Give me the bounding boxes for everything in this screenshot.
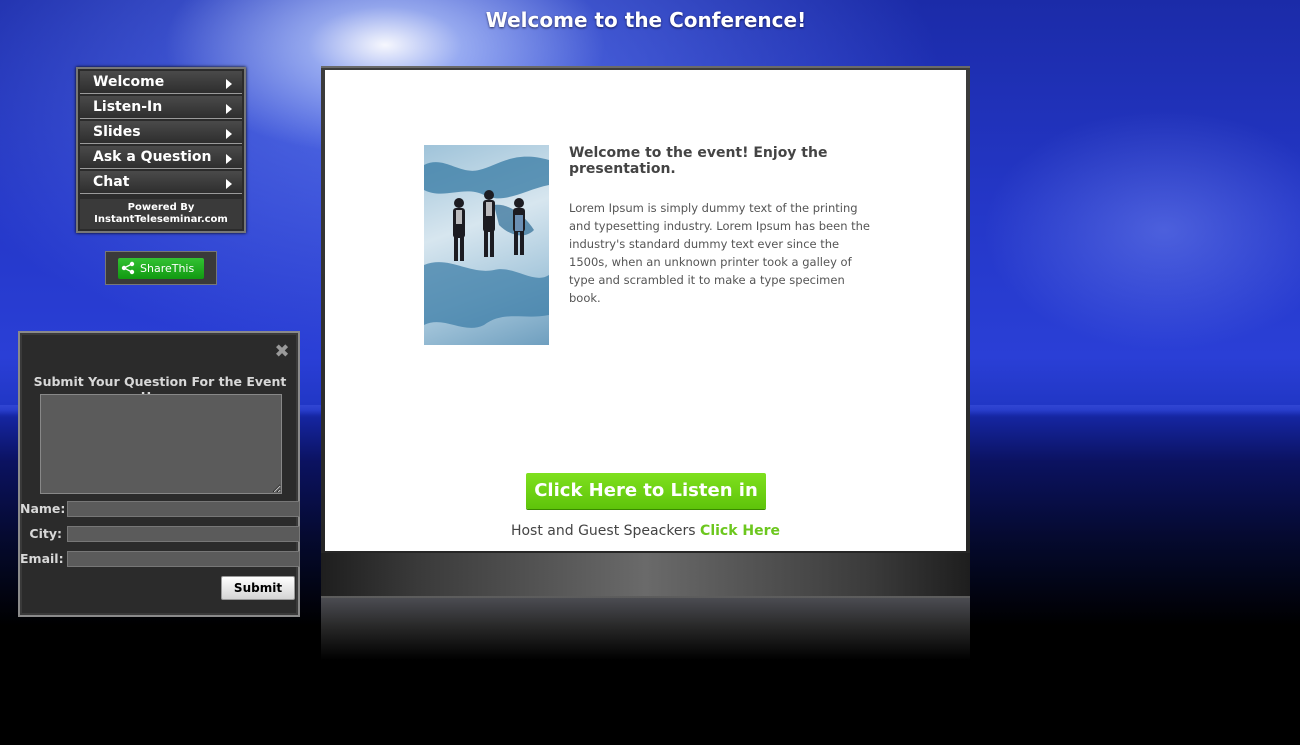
powered-by-link[interactable]: Powered By InstantTeleseminar.com — [80, 199, 242, 229]
welcome-heading: Welcome to the event! Enjoy the presenta… — [569, 145, 828, 177]
chevron-right-icon — [226, 79, 232, 89]
sharethis-label: ShareThis — [140, 262, 195, 275]
content-frame-base — [321, 553, 970, 596]
question-textarea[interactable] — [40, 394, 282, 494]
nav-item-label: Listen-In — [93, 99, 163, 115]
chevron-right-icon — [226, 129, 232, 139]
city-label: City: — [29, 526, 62, 541]
nav-item-label: Chat — [93, 174, 130, 190]
host-speakers-text: Host and Guest Speackers — [510, 523, 696, 539]
chevron-right-icon — [226, 179, 232, 189]
navigation-menu: Welcome Listen-In Slides Ask a Question … — [76, 67, 246, 233]
listen-in-button[interactable]: Click Here to Listen in — [526, 473, 766, 509]
share-container: ShareThis — [105, 251, 217, 285]
chevron-right-icon — [226, 104, 232, 114]
nav-item-slides[interactable]: Slides — [80, 121, 242, 144]
email-field[interactable] — [67, 551, 300, 567]
business-people-photo — [424, 145, 549, 345]
nav-item-label: Slides — [93, 124, 141, 140]
nav-item-label: Ask a Question — [93, 149, 212, 165]
nav-item-listen-in[interactable]: Listen-In — [80, 96, 242, 119]
host-speakers-link[interactable]: Click Here — [700, 523, 780, 539]
close-icon[interactable]: ✖ — [273, 343, 291, 361]
content-panel: Welcome to the event! Enjoy the presenta… — [325, 70, 966, 551]
sharethis-button[interactable]: ShareThis — [118, 258, 204, 279]
name-field[interactable] — [67, 501, 300, 517]
name-label: Name: — [20, 501, 66, 516]
host-speakers-line: Host and Guest Speackers Click Here — [325, 523, 966, 539]
chevron-right-icon — [226, 154, 232, 164]
share-icon — [121, 261, 135, 282]
city-field[interactable] — [67, 526, 300, 542]
background-swirl — [960, 60, 1300, 400]
welcome-body-text: Lorem Ipsum is simply dummy text of the … — [569, 201, 871, 305]
nav-item-chat[interactable]: Chat — [80, 171, 242, 194]
content-frame-reflection — [321, 596, 970, 660]
powered-by-line1: Powered By — [127, 202, 195, 213]
page-title: Welcome to the Conference! — [485, 8, 807, 32]
nav-item-ask-a-question[interactable]: Ask a Question — [80, 146, 242, 169]
nav-item-label: Welcome — [93, 74, 165, 90]
email-label: Email: — [20, 551, 64, 566]
question-panel: ✖ Submit Your Question For the Event Her… — [18, 331, 300, 617]
submit-button[interactable]: Submit — [221, 576, 295, 600]
nav-item-welcome[interactable]: Welcome — [80, 71, 242, 94]
powered-by-line2: InstantTeleseminar.com — [94, 214, 228, 225]
